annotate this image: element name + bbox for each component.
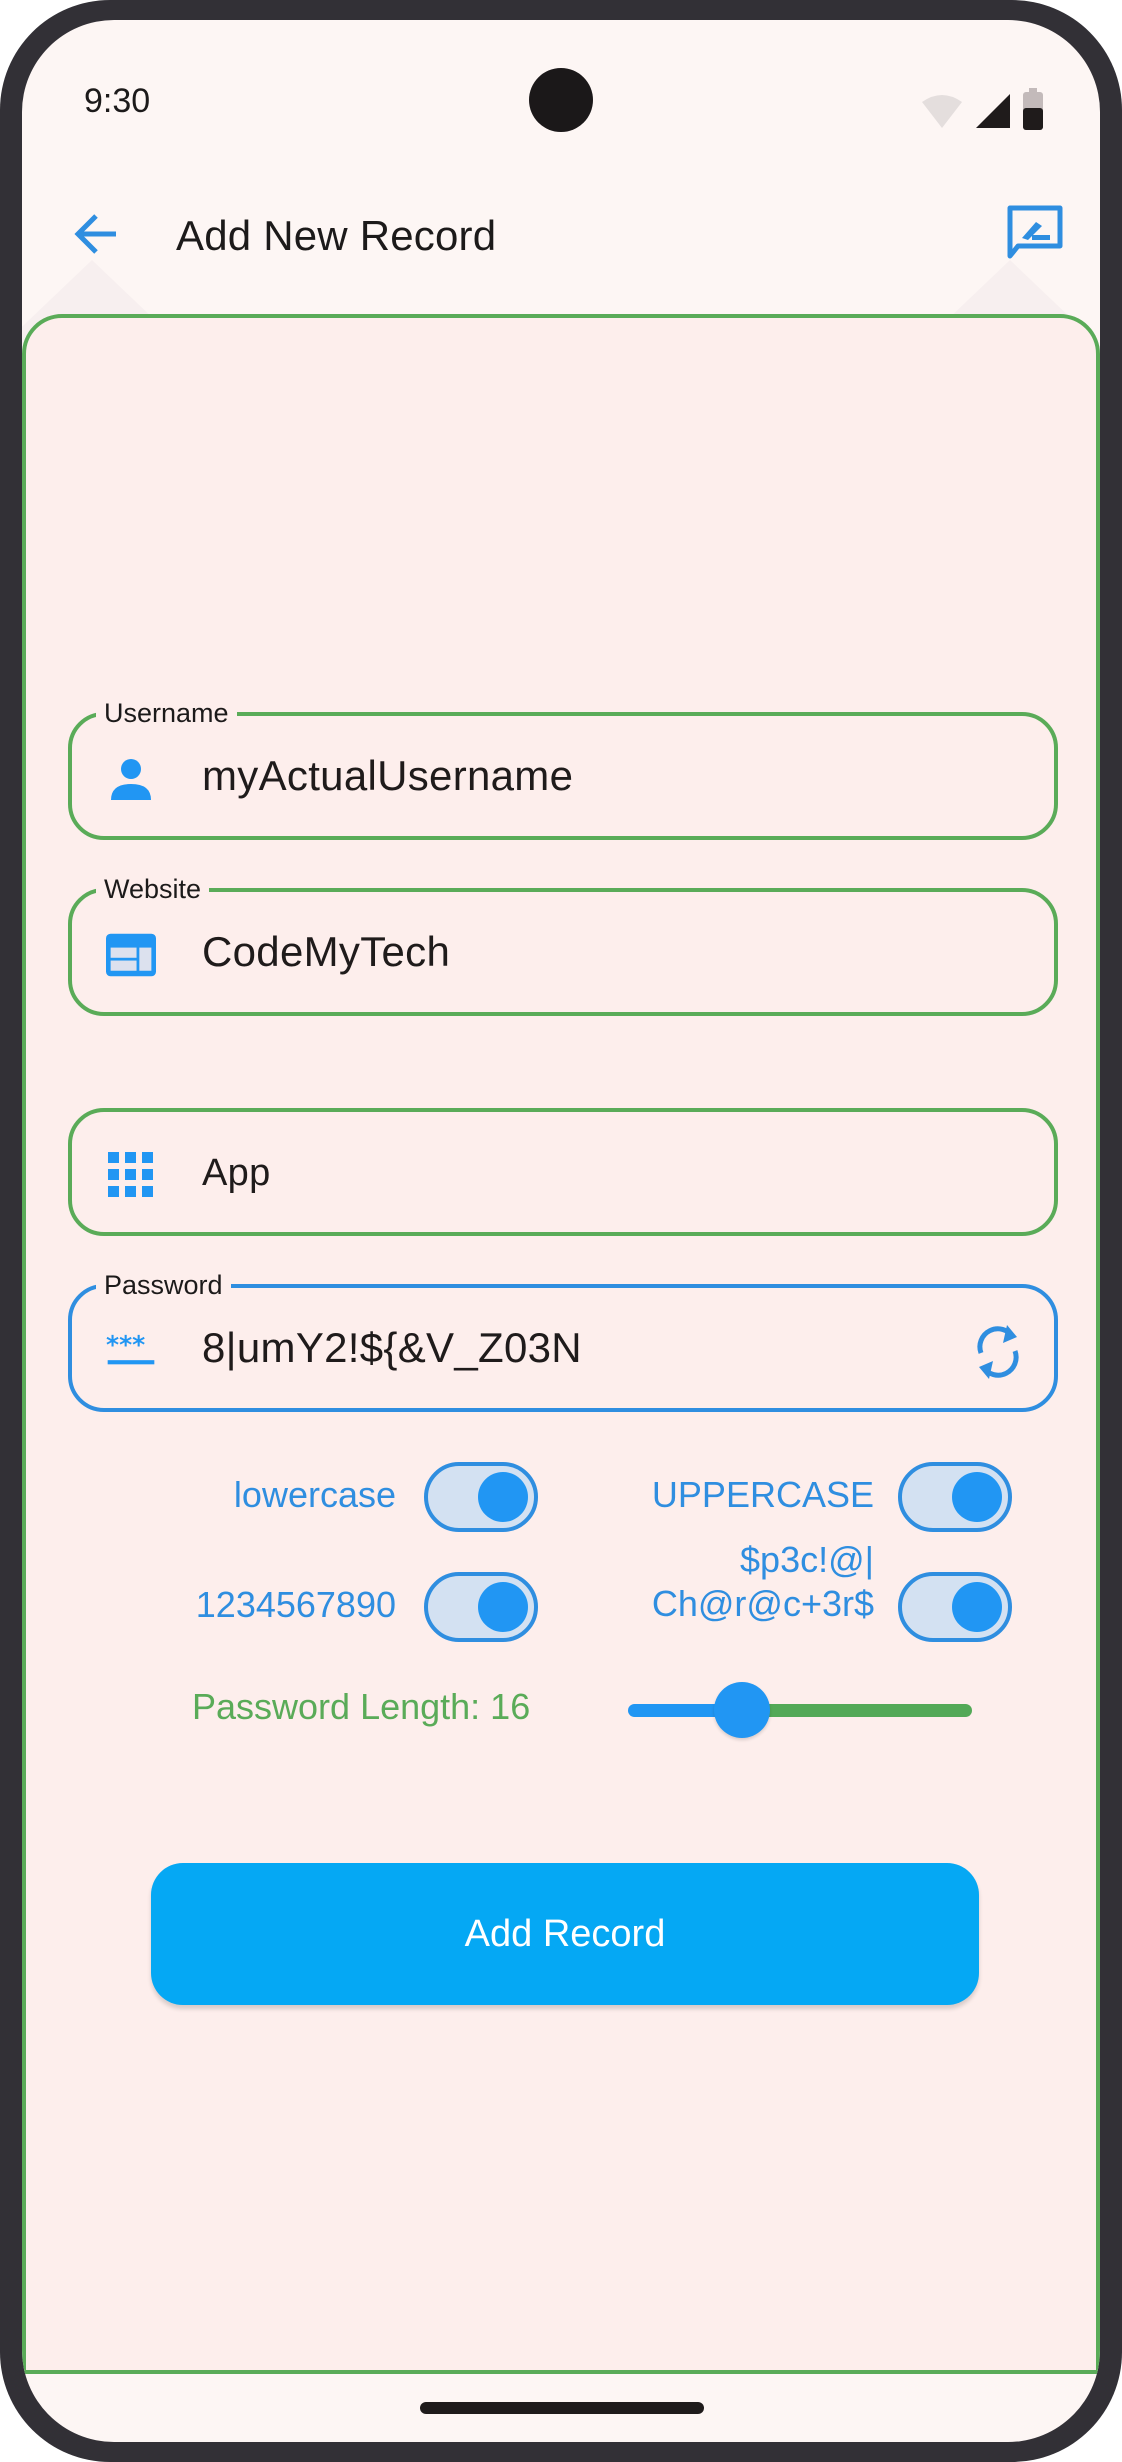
camera-cutout bbox=[529, 68, 593, 132]
battery-icon bbox=[1022, 88, 1044, 135]
status-time: 9:30 bbox=[84, 82, 151, 120]
uppercase-label: UPPERCASE bbox=[651, 1474, 874, 1515]
apps-grid-icon bbox=[106, 1150, 156, 1200]
form-container: Username myActualUsername Website CodeMy… bbox=[22, 314, 1100, 2374]
status-bar: 9:30 bbox=[22, 20, 1100, 180]
refresh-icon[interactable] bbox=[970, 1324, 1026, 1380]
cellular-signal-icon bbox=[974, 92, 1012, 135]
username-label: Username bbox=[96, 698, 237, 729]
special-chars-label-line1: $p3c!@| bbox=[740, 1539, 874, 1580]
switch-thumb bbox=[478, 1472, 528, 1522]
web-icon bbox=[106, 930, 156, 980]
wifi-icon bbox=[920, 94, 964, 135]
special-chars-label-line2: Ch@r@c+3r$ bbox=[651, 1583, 874, 1624]
slider-track-inactive bbox=[741, 1704, 972, 1717]
special-chars-switch[interactable] bbox=[898, 1572, 1012, 1642]
arrow-back-icon bbox=[72, 210, 120, 263]
home-indicator[interactable] bbox=[420, 2402, 704, 2414]
special-chars-label: $p3c!@| Ch@r@c+3r$ bbox=[652, 1538, 874, 1626]
numbers-label: 1234567890 bbox=[195, 1584, 396, 1625]
website-label: Website bbox=[96, 874, 210, 905]
password-field[interactable]: Password *** 8|umY2!${&V_Z03N bbox=[68, 1270, 1058, 1412]
uppercase-switch[interactable] bbox=[898, 1462, 1012, 1532]
website-field[interactable]: Website CodeMyTech bbox=[68, 874, 1058, 1016]
password-label: Password bbox=[96, 1270, 231, 1301]
toggle-row: 1234567890 $p3c!@| Ch@r@c+3r$ bbox=[26, 1539, 1096, 1648]
back-button[interactable] bbox=[68, 208, 124, 264]
switch-thumb bbox=[952, 1472, 1002, 1522]
screen: 9:30 Add New Record Username myActualUse… bbox=[22, 20, 1100, 2442]
numbers-switch[interactable] bbox=[424, 1572, 538, 1642]
lowercase-switch[interactable] bbox=[424, 1462, 538, 1532]
person-icon bbox=[106, 754, 156, 804]
rate-review-icon bbox=[1006, 204, 1064, 267]
app-bar: Add New Record bbox=[22, 180, 1100, 384]
app-field[interactable]: App bbox=[68, 1108, 1058, 1236]
password-length-slider[interactable] bbox=[628, 1680, 972, 1740]
website-input[interactable]: CodeMyTech bbox=[202, 928, 450, 976]
app-input[interactable]: App bbox=[202, 1152, 271, 1195]
username-field[interactable]: Username myActualUsername bbox=[68, 698, 1058, 840]
switch-thumb bbox=[478, 1582, 528, 1632]
status-icons bbox=[920, 88, 1044, 135]
review-button[interactable] bbox=[1000, 200, 1070, 270]
password-input[interactable]: 8|umY2!${&V_Z03N bbox=[202, 1324, 582, 1372]
phone-frame: 9:30 Add New Record Username myActualUse… bbox=[0, 0, 1122, 2462]
username-input[interactable]: myActualUsername bbox=[202, 752, 573, 800]
svg-text:***: *** bbox=[106, 1331, 145, 1360]
password-icon: *** bbox=[106, 1326, 156, 1376]
slider-thumb[interactable] bbox=[713, 1682, 770, 1738]
lowercase-label: lowercase bbox=[233, 1474, 396, 1515]
password-length-label: Password Length: 16 bbox=[192, 1686, 531, 1727]
page-title: Add New Record bbox=[176, 212, 497, 259]
toggle-row: lowercase UPPERCASE bbox=[26, 1458, 1096, 1538]
add-record-button[interactable]: Add Record bbox=[151, 1863, 979, 2005]
switch-thumb bbox=[952, 1582, 1002, 1632]
